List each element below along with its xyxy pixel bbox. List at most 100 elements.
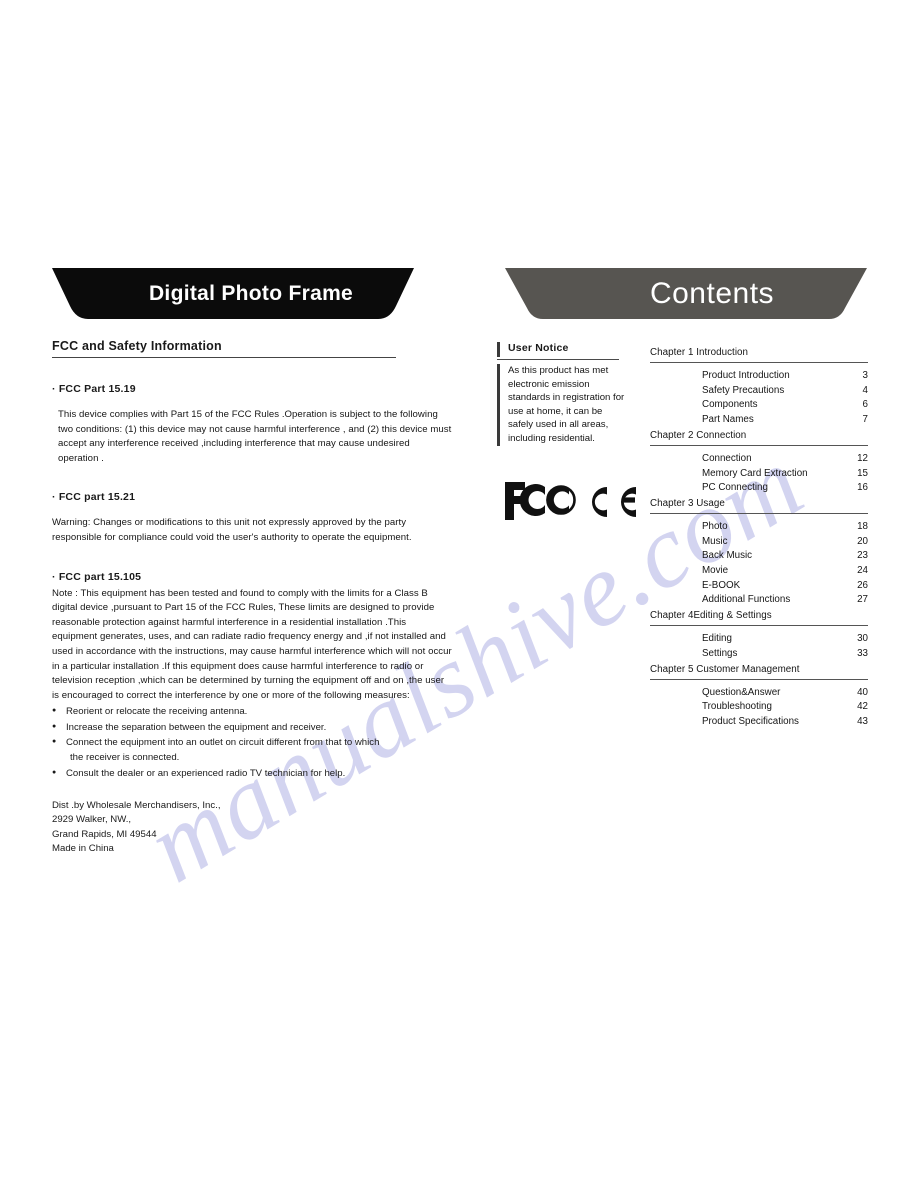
fcc-ce-marks-svg [505, 482, 636, 520]
toc-entry-label: Connection [702, 452, 752, 464]
toc-entry-label: Editing [702, 633, 732, 645]
toc-chapter-heading[interactable]: Chapter 4Editing & Settings [650, 608, 868, 623]
toc-entry-label: E-BOOK [702, 579, 741, 591]
toc-entry[interactable]: Product Specifications 43 [650, 715, 868, 730]
certification-marks [503, 478, 638, 522]
toc-entry-label: Memory Card Extraction [702, 467, 808, 479]
fcc-part-15-105-body: Note : This equipment has been tested an… [52, 587, 452, 701]
toc-entry-page: 30 [857, 633, 868, 645]
toc-chapter-rule [650, 678, 868, 680]
toc-entry-label: Components [702, 399, 758, 411]
toc-entry[interactable]: Product Introduction 3 [650, 369, 868, 384]
toc-entry[interactable]: Editing 30 [650, 632, 868, 647]
toc-entry-label: PC Connecting [702, 482, 768, 494]
section-title-rule [52, 357, 396, 358]
contents-title: Contents [649, 276, 775, 310]
digital-photo-frame-banner: Digital Photo Frame [52, 268, 414, 319]
toc-entry-list: Question&Answer 40 Troubleshooting 42 Produc… [650, 686, 868, 730]
measure-item: Connect the equipment into an outlet on … [52, 734, 452, 766]
measure-text: Increase the separation between the equi… [66, 721, 327, 733]
toc-entry[interactable]: Music 20 [650, 535, 868, 550]
toc-entry-page: 18 [857, 520, 868, 532]
toc-entry[interactable]: E-BOOK 26 [650, 579, 868, 594]
toc-entry-page: 23 [857, 550, 868, 562]
measure-item: Increase the separation between the equi… [52, 719, 452, 735]
toc-entry-page: 3 [862, 370, 868, 381]
fcc-icon [505, 482, 576, 520]
ce-icon [592, 487, 636, 517]
toc-entry[interactable]: Movie 24 [650, 564, 868, 579]
toc-entry[interactable]: Connection 12 [650, 452, 868, 467]
toc-entry-page: 6 [862, 399, 868, 411]
toc-entry-label: Photo [702, 520, 728, 532]
toc-chapter-block: Chapter 2 Connection Connection 12 Memory C… [650, 428, 868, 496]
toc-entry-label: Question&Answer [702, 686, 781, 698]
toc-entry-list: Photo 18 Music 20 Back Music 23 Movie 24 E-BOOK 2… [650, 520, 868, 608]
toc-entry-page: 20 [857, 535, 868, 547]
toc-entry-label: Settings [702, 647, 738, 659]
toc-entry-page: 42 [857, 701, 868, 713]
toc-entry[interactable]: Back Music 23 [650, 549, 868, 564]
toc-entry-page: 33 [857, 647, 868, 659]
toc-entry[interactable]: Memory Card Extraction 15 [650, 467, 868, 482]
fcc-part-15-21-heading: · FCC part 15.21 [52, 491, 136, 504]
toc-chapter-rule [650, 362, 868, 363]
toc-entry-label: Music [702, 535, 728, 547]
toc-entry-page: 26 [857, 579, 868, 591]
user-notice-box: User Notice As this product has met elec… [497, 342, 625, 446]
manual-page: Digital Photo Frame FCC and Safety Infor… [0, 0, 918, 1188]
toc-chapter-heading[interactable]: Chapter 1 Introduction [650, 345, 868, 360]
toc-entry-page: 12 [857, 452, 868, 464]
measure-item: Reorient or relocate the receiving anten… [52, 703, 452, 719]
toc-entry[interactable]: Settings 33 [650, 647, 868, 662]
address-line: Made in China [52, 843, 114, 855]
table-of-contents: Chapter 1 Introduction Product Introducti… [650, 345, 868, 730]
address-line: 2929 Walker, NW., [52, 814, 132, 826]
toc-entry-label: Product Specifications [702, 715, 799, 727]
toc-chapter-heading[interactable]: Chapter 3 Usage [650, 496, 868, 511]
toc-entry[interactable]: Safety Precautions 4 [650, 384, 868, 399]
toc-chapter-block: Chapter 4Editing & Settings Editing 30 Sett… [650, 608, 868, 661]
toc-entry-label: Additional Functions [702, 594, 791, 606]
toc-entry[interactable]: Photo 18 [650, 520, 868, 535]
distributor-address: Dist .by Wholesale Merchandisers, Inc., 2… [52, 799, 452, 857]
section-title: FCC and Safety Information [52, 339, 222, 353]
user-notice-body: As this product has met electronic emiss… [497, 364, 625, 446]
toc-entry[interactable]: Troubleshooting 42 [650, 700, 868, 715]
toc-chapter-block: Chapter 1 Introduction Product Introducti… [650, 345, 868, 428]
measure-item: Consult the dealer or an experienced rad… [52, 764, 452, 781]
right-column: Contents [505, 268, 870, 319]
address-line: Grand Rapids, MI 49544 [52, 828, 157, 840]
user-notice-rule [497, 359, 619, 360]
toc-chapter-rule [650, 625, 868, 627]
toc-chapter-heading[interactable]: Chapter 2 Connection [650, 428, 868, 443]
toc-entry-page: 7 [862, 414, 868, 426]
toc-chapter-block: Chapter 3 Usage Photo 18 Music 20 Back Music 2… [650, 496, 868, 608]
toc-entry[interactable]: Additional Functions 27 [650, 593, 868, 608]
toc-chapter-rule [650, 512, 868, 514]
toc-entry[interactable]: Components 6 [650, 398, 868, 413]
toc-entry[interactable]: Question&Answer 40 [650, 686, 868, 701]
toc-chapter-heading[interactable]: Chapter 5 Customer Management [650, 662, 868, 677]
toc-chapter-block: Chapter 5 Customer Management Question&An… [650, 662, 868, 730]
toc-entry-label: Product Introduction [702, 370, 790, 381]
toc-entry-page: 43 [857, 715, 868, 727]
contents-banner: Contents [505, 268, 867, 319]
address-line: Dist .by Wholesale Merchandisers, Inc., [52, 799, 221, 811]
measure-text: Reorient or relocate the receiving anten… [66, 706, 248, 718]
toc-entry-page: 4 [862, 384, 868, 396]
measure-text: Connect the equipment into an outlet on … [66, 736, 380, 748]
toc-entry-page: 40 [857, 686, 868, 698]
toc-entry-list: Editing 30 Settings 33 [650, 632, 868, 661]
fcc-part-15-19-body: This device complies with Part 15 of the… [58, 409, 452, 464]
toc-entry-page: 24 [857, 565, 868, 577]
toc-entry-page: 16 [857, 482, 868, 494]
fcc-part-15-19-heading: · FCC Part 15.19 [52, 383, 136, 395]
toc-chapter-rule [650, 444, 868, 446]
toc-entry[interactable]: Part Names 7 [650, 413, 868, 428]
fcc-part-15-21-body: Warning: Changes or modifications to thi… [52, 517, 412, 543]
toc-entry[interactable]: PC Connecting 16 [650, 481, 868, 496]
toc-entry-list: Connection 12 Memory Card Extraction 15 PC C… [650, 452, 868, 496]
corrective-measures-list: Reorient or relocate the receiving anten… [52, 703, 452, 781]
measure-text-continued: the receiver is connected. [70, 752, 180, 764]
